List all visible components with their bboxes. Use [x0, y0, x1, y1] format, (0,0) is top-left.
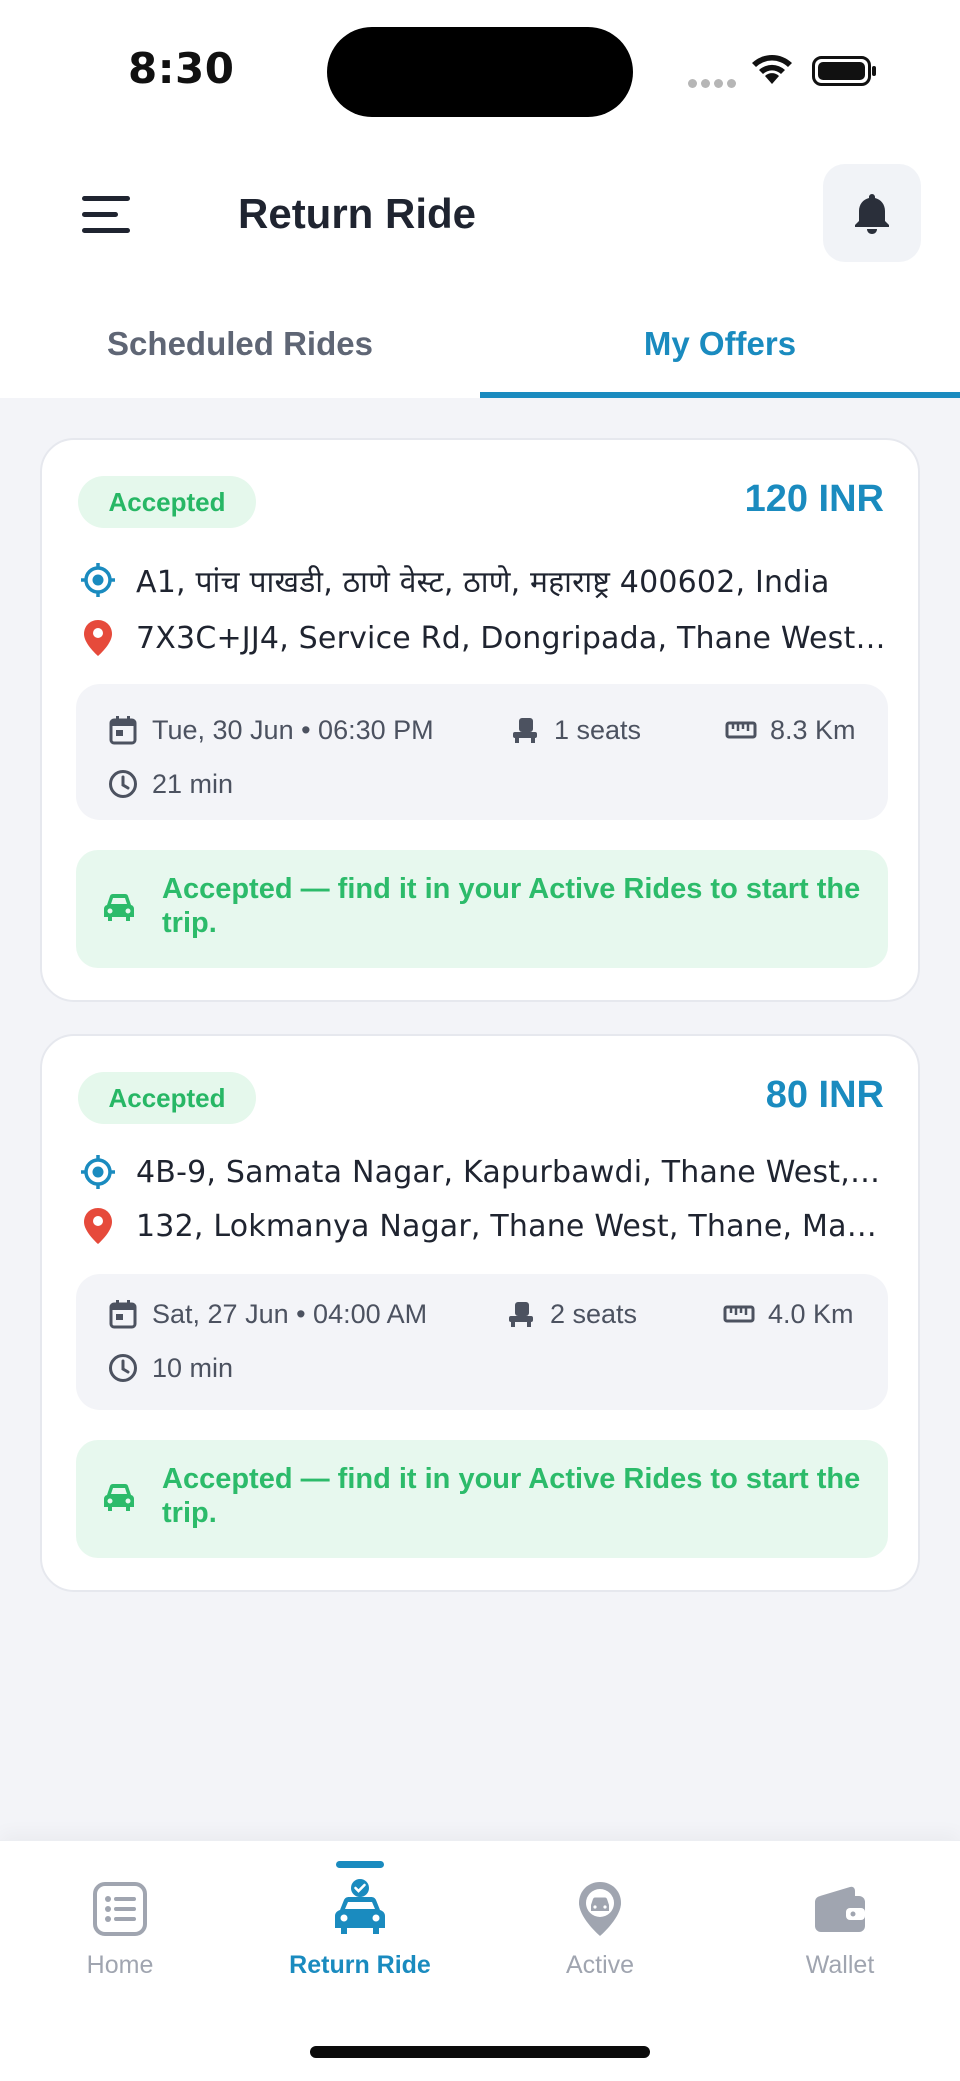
ride-details: Sat, 27 Jun • 04:00 AM 2 seats 4.0 Km 10… — [76, 1274, 888, 1410]
datetime-text: Sat, 27 Jun • 04:00 AM — [152, 1298, 428, 1329]
page-title: Return Ride — [238, 190, 477, 237]
cellular-signal-icon — [688, 79, 738, 89]
pickup-row: 4B-9, Samata Nagar, Kapurbawdi, Thane We… — [78, 1152, 886, 1192]
offer-card[interactable]: Accepted 80 INR 4B-9, Samata Nagar, Kapu… — [40, 1034, 920, 1592]
wallet-icon — [810, 1879, 870, 1939]
nav-return-ride-label: Return Ride — [289, 1951, 431, 1979]
nav-wallet-label: Wallet — [805, 1951, 875, 1979]
ride-details: Tue, 30 Jun • 06:30 PM 1 seats 8.3 Km 21… — [76, 684, 888, 820]
seat-icon — [508, 713, 542, 747]
ruler-icon — [722, 1297, 756, 1331]
app-header: Return Ride — [0, 140, 960, 290]
ride-datetime: Tue, 30 Jun • 06:30 PM — [106, 712, 434, 748]
calendar-icon — [106, 1297, 140, 1331]
notifications-button[interactable] — [823, 164, 921, 262]
offer-price: 80 INR — [765, 1074, 884, 1116]
tab-my-offers[interactable]: My Offers — [480, 290, 960, 398]
pickup-target-icon — [78, 560, 118, 600]
ride-seats: 2 seats — [504, 1296, 637, 1332]
calendar-icon — [106, 713, 140, 747]
ride-datetime: Sat, 27 Jun • 04:00 AM — [106, 1296, 427, 1332]
status-time: 8:30 — [128, 44, 235, 93]
active-tab-indicator — [480, 392, 960, 398]
accepted-info-banner: Accepted — find it in your Active Rides … — [76, 1440, 888, 1558]
info-message: Accepted — find it in your Active Rides … — [162, 873, 861, 939]
status-badge: Accepted — [78, 476, 256, 528]
location-car-icon — [570, 1879, 630, 1939]
datetime-text: Tue, 30 Jun • 06:30 PM — [152, 714, 434, 745]
distance-text: 8.3 Km — [770, 714, 856, 745]
nav-active-label: Active — [565, 1951, 635, 1979]
dropoff-row: 7X3C+JJ4, Service Rd, Dongripada, Thane … — [78, 618, 886, 658]
car-check-icon — [330, 1879, 390, 1939]
dropoff-address: 132, Lokmanya Nagar, Thane West, Thane, … — [136, 1208, 886, 1244]
pickup-target-icon — [78, 1152, 118, 1192]
ride-seats: 1 seats — [508, 712, 641, 748]
dynamic-island — [327, 27, 633, 117]
bottom-navigation: Home Return Ride Active Wallet — [0, 1840, 960, 2081]
duration-text: 10 min — [152, 1352, 234, 1383]
location-pin-icon — [78, 618, 118, 658]
accepted-info-banner: Accepted — find it in your Active Rides … — [76, 850, 888, 968]
nav-home[interactable]: Home — [0, 1841, 240, 1991]
nav-home-label: Home — [86, 1951, 154, 1979]
status-badge: Accepted — [78, 1072, 256, 1124]
offer-price: 120 INR — [744, 478, 884, 520]
location-pin-icon — [78, 1206, 118, 1246]
seats-text: 2 seats — [550, 1298, 638, 1329]
dropoff-row: 132, Lokmanya Nagar, Thane West, Thane, … — [78, 1206, 886, 1246]
offer-card[interactable]: Accepted 120 INR A1, पांच पाखडी, ठाणे वे… — [40, 438, 920, 1002]
ride-distance: 8.3 Km — [724, 712, 856, 748]
info-message: Accepted — find it in your Active Rides … — [162, 1463, 861, 1529]
pickup-row: A1, पांच पाखडी, ठाणे वेस्ट, ठाणे, महाराष… — [78, 560, 886, 600]
wifi-icon — [752, 55, 792, 84]
pickup-address: A1, पांच पाखडी, ठाणे वेस्ट, ठाणे, महाराष… — [136, 564, 830, 600]
status-bar: 8:30 — [0, 0, 960, 140]
nav-active[interactable]: Active — [480, 1841, 720, 1991]
bell-icon — [855, 194, 889, 234]
list-icon — [90, 1879, 150, 1939]
dropoff-address: 7X3C+JJ4, Service Rd, Dongripada, Thane … — [136, 620, 886, 656]
seat-icon — [504, 1297, 538, 1331]
battery-icon — [812, 56, 876, 86]
ride-duration: 21 min — [106, 766, 233, 802]
clock-icon — [106, 767, 140, 801]
nav-wallet[interactable]: Wallet — [720, 1841, 960, 1991]
ride-tabs: Scheduled Rides My Offers — [0, 290, 960, 398]
seats-text: 1 seats — [554, 714, 642, 745]
car-icon — [104, 1484, 134, 1511]
car-icon — [104, 894, 134, 921]
ride-distance: 4.0 Km — [722, 1296, 854, 1332]
clock-icon — [106, 1351, 140, 1385]
nav-return-ride[interactable]: Return Ride — [240, 1841, 480, 1991]
home-indicator[interactable] — [310, 2046, 650, 2058]
distance-text: 4.0 Km — [768, 1298, 854, 1329]
tab-scheduled-rides[interactable]: Scheduled Rides — [0, 290, 480, 398]
duration-text: 21 min — [152, 768, 234, 799]
ride-duration: 10 min — [106, 1350, 233, 1386]
pickup-address: 4B-9, Samata Nagar, Kapurbawdi, Thane We… — [136, 1154, 886, 1190]
ruler-icon — [724, 713, 758, 747]
hamburger-menu-icon[interactable] — [82, 192, 130, 236]
